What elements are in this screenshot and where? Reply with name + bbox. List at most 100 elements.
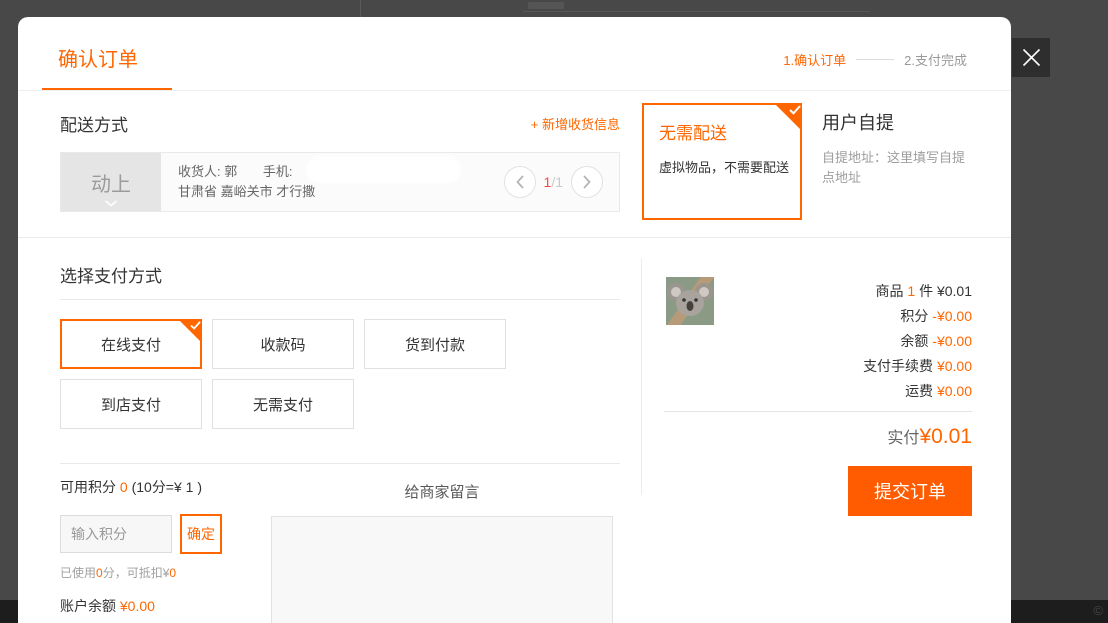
step-connector bbox=[856, 59, 894, 60]
address-tag: 动上 bbox=[61, 153, 161, 211]
chevron-left-icon bbox=[516, 175, 524, 189]
payment-none-label: 无需支付 bbox=[253, 394, 313, 415]
submit-order-button[interactable]: 提交订单 bbox=[848, 466, 972, 516]
payment-online-label: 在线支付 bbox=[101, 334, 161, 355]
delivery-option-no-shipping-card[interactable]: 无需配送 虚拟物品，不需要配送 bbox=[642, 103, 802, 220]
total-line: 实付¥0.01 bbox=[664, 424, 972, 449]
balance-value: ¥0.00 bbox=[120, 598, 155, 614]
header-divider bbox=[18, 90, 1011, 91]
section-divider bbox=[18, 237, 1011, 238]
points-used-line: 已使用0分，可抵扣¥0 bbox=[60, 564, 290, 581]
address-page-total: /1 bbox=[551, 174, 563, 190]
chevron-down-icon bbox=[105, 200, 118, 207]
selected-corner-badge bbox=[178, 319, 202, 343]
summary-divider bbox=[664, 411, 972, 412]
points-used-value: 0 bbox=[96, 566, 103, 580]
pickup-option-title: 用户自提 bbox=[822, 109, 992, 135]
check-icon bbox=[190, 321, 201, 330]
check-icon bbox=[789, 105, 801, 115]
points-section-divider bbox=[60, 463, 620, 464]
address-region: 甘肃省 嘉峪关市 才行撒 bbox=[178, 182, 315, 202]
payment-section: 选择支付方式 在线支付 收款码 货到付款 bbox=[60, 262, 620, 429]
selected-corner-badge bbox=[774, 103, 802, 131]
modal-title: 确认订单 bbox=[58, 43, 138, 72]
page-background: © 确认订单 1.确认订单 2.支付完成 配送方式 + 新增收货信息 动上 bbox=[0, 0, 1108, 623]
balance-label: 账户余额 bbox=[60, 598, 116, 614]
points-confirm-button[interactable]: 确定 bbox=[180, 514, 222, 554]
points-input[interactable] bbox=[60, 515, 172, 553]
delivery-heading: 配送方式 bbox=[60, 111, 128, 136]
address-card[interactable]: 动上 收货人: 郭 手机: 甘肃省 嘉峪关市 才行撒 1/ bbox=[60, 152, 620, 212]
fee-row-label: 支付手续费 bbox=[863, 358, 933, 374]
close-icon bbox=[1022, 48, 1041, 67]
total-value: ¥0.01 bbox=[919, 425, 972, 448]
points-deduct-value: 0 bbox=[169, 566, 176, 580]
payment-cod-label: 货到付款 bbox=[405, 334, 465, 355]
address-info: 收货人: 郭 手机: 甘肃省 嘉峪关市 才行撒 bbox=[178, 162, 315, 202]
points-available-value: 0 bbox=[120, 479, 128, 495]
payment-cod-button[interactable]: 货到付款 bbox=[364, 319, 506, 369]
shipping-row-value: ¥0.00 bbox=[937, 383, 972, 399]
payment-heading: 选择支付方式 bbox=[60, 262, 620, 287]
points-section: 可用积分 0 (10分=¥ 1 ) 确定 已使用0分，可抵扣¥0 账户余额 ¥0… bbox=[60, 477, 290, 616]
payment-qrcode-button[interactable]: 收款码 bbox=[212, 319, 354, 369]
payment-qrcode-label: 收款码 bbox=[260, 334, 305, 355]
payment-online-button[interactable]: 在线支付 bbox=[60, 319, 202, 369]
points-used-prefix: 已使用 bbox=[60, 566, 96, 580]
merchant-message-section: 给商家留言 bbox=[271, 481, 613, 623]
address-pagination: 1/1 bbox=[504, 166, 603, 198]
background-divider-vertical bbox=[360, 0, 361, 17]
balance-row-label: 余额 bbox=[900, 333, 928, 349]
address-page-indicator: 1/1 bbox=[544, 174, 563, 190]
product-suffix: 件 ¥0.01 bbox=[919, 283, 972, 299]
close-button[interactable] bbox=[1012, 38, 1050, 77]
chevron-right-icon bbox=[583, 175, 591, 189]
product-prefix: 商品 bbox=[875, 283, 903, 299]
account-balance-line: 账户余额 ¥0.00 bbox=[60, 596, 290, 616]
points-used-mid: 分，可抵扣¥ bbox=[103, 566, 170, 580]
summary-vertical-divider bbox=[641, 258, 642, 495]
points-row-label: 积分 bbox=[900, 308, 928, 324]
points-row-value: -¥0.00 bbox=[932, 308, 972, 324]
payment-heading-divider bbox=[60, 299, 620, 300]
pickup-option-desc: 自提地址：这里填写自提点地址 bbox=[822, 148, 968, 188]
shipping-row-label: 运费 bbox=[905, 383, 933, 399]
copyright-glyph: © bbox=[1093, 603, 1103, 618]
total-label: 实付 bbox=[887, 430, 919, 447]
address-receiver: 收货人: 郭 bbox=[178, 164, 237, 179]
payment-instore-label: 到店支付 bbox=[101, 394, 161, 415]
background-page-remnant bbox=[528, 2, 564, 9]
fee-row-value: ¥0.00 bbox=[937, 358, 972, 374]
delivery-option-pickup-card[interactable]: 用户自提 自提地址：这里填写自提点地址 bbox=[822, 109, 992, 188]
balance-row-value: -¥0.00 bbox=[932, 333, 972, 349]
payment-methods-row-2: 到店支付 无需支付 bbox=[60, 379, 620, 429]
next-address-button[interactable] bbox=[571, 166, 603, 198]
points-rate: (10分=¥ 1 ) bbox=[132, 479, 202, 495]
address-phone-label: 手机: bbox=[263, 164, 293, 179]
product-qty: 1 bbox=[907, 283, 915, 299]
points-prefix: 可用积分 bbox=[60, 479, 116, 495]
checkout-steps: 1.确认订单 2.支付完成 bbox=[783, 50, 967, 69]
step-payment-complete: 2.支付完成 bbox=[904, 50, 967, 69]
merchant-message-label: 给商家留言 bbox=[271, 481, 613, 502]
koala-product-image bbox=[666, 277, 714, 325]
prev-address-button[interactable] bbox=[504, 166, 536, 198]
fee-row: 支付手续费 ¥0.00 bbox=[664, 354, 972, 379]
add-address-link[interactable]: + 新增收货信息 bbox=[531, 114, 620, 133]
balance-row: 余额 -¥0.00 bbox=[664, 329, 972, 354]
address-tag-label: 动上 bbox=[91, 168, 131, 197]
shipping-row: 运费 ¥0.00 bbox=[664, 379, 972, 404]
merchant-message-textarea[interactable] bbox=[271, 516, 613, 623]
available-points-line: 可用积分 0 (10分=¥ 1 ) bbox=[60, 477, 290, 497]
payment-none-button[interactable]: 无需支付 bbox=[212, 379, 354, 429]
payment-instore-button[interactable]: 到店支付 bbox=[60, 379, 202, 429]
delivery-section-header: 配送方式 + 新增收货信息 bbox=[60, 111, 620, 136]
payment-methods-row-1: 在线支付 收款码 货到付款 bbox=[60, 319, 620, 369]
phone-number-redaction bbox=[306, 156, 461, 183]
background-divider-horizontal bbox=[523, 11, 870, 12]
order-summary: 商品 1 件 ¥0.01 积分 -¥0.00 余额 -¥0.00 支付手续费 ¥… bbox=[664, 259, 972, 516]
delivery-option-desc: 虚拟物品，不需要配送 bbox=[659, 157, 800, 176]
points-input-row: 确定 bbox=[60, 514, 290, 554]
confirm-order-modal: 确认订单 1.确认订单 2.支付完成 配送方式 + 新增收货信息 动上 收货人:… bbox=[18, 17, 1011, 623]
step-confirm-order: 1.确认订单 bbox=[783, 50, 846, 69]
